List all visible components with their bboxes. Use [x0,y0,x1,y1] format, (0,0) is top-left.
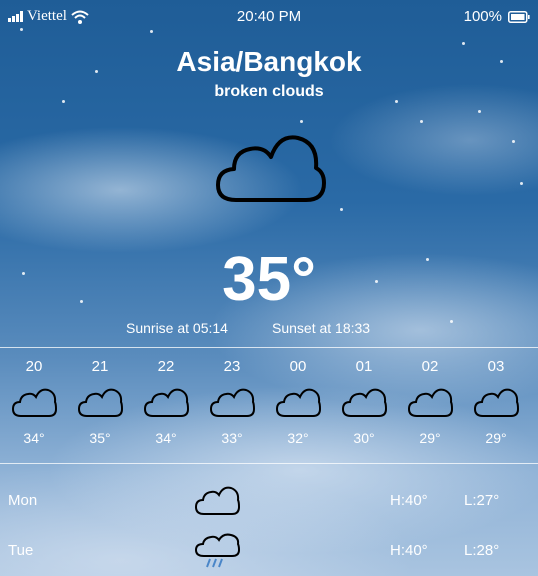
hour-label: 02 [421,358,439,375]
status-right: 100% [464,8,530,25]
hour-label: 03 [487,358,505,375]
divider-bottom [0,463,538,464]
weather-condition: broken clouds [214,83,324,100]
hourly-forecast: 20 34° 21 35° 22 34° 23 33° 00 32° 01 30… [0,358,538,458]
hour-label: 23 [223,358,241,375]
cloud-icon [11,388,57,417]
hour-temp: 29° [485,430,507,446]
cloud-icon [275,388,321,417]
day-name: Tue [8,542,34,559]
status-bar: Viettel 20:40 PM 100% [0,0,538,34]
hourly-item: 03 29° [463,358,529,458]
divider-top [0,347,538,348]
daily-row: Mon H:40° L:27° [0,480,538,520]
hourly-item: 21 35° [67,358,133,458]
hourly-item: 23 33° [199,358,265,458]
cloud-icon [407,388,453,417]
sunrise-time: Sunrise at 05:14 [126,320,228,336]
hourly-item: 02 29° [397,358,463,458]
hour-temp: 32° [287,430,309,446]
cloud-icon [341,388,387,417]
hourly-item: 01 30° [331,358,397,458]
hour-temp: 33° [221,430,243,446]
cloud-icon [77,388,123,417]
hour-temp: 35° [89,430,111,446]
sun-times: Sunrise at 05:14 Sunset at 18:33 [0,320,538,340]
city-name: Asia/Bangkok [176,46,362,77]
day-high: H:40° [390,492,428,509]
cloud-icon [194,486,240,515]
cloud-icon [209,388,255,417]
hour-label: 01 [355,358,373,375]
day-high: H:40° [390,542,428,559]
hour-temp: 29° [419,430,441,446]
hour-temp: 34° [23,430,45,446]
cloud-icon [216,135,326,202]
rain-cloud-icon [194,533,240,568]
cloud-icon [143,388,189,417]
hour-label: 22 [157,358,175,375]
day-low: L:28° [464,542,500,559]
hour-label: 20 [25,358,43,375]
sunset-time: Sunset at 18:33 [272,320,371,336]
day-low: L:27° [464,492,500,509]
hour-temp: 34° [155,430,177,446]
hour-label: 00 [289,358,307,375]
daily-row: Tue H:40° L:28° [0,530,538,570]
battery-percent: 100% [463,8,502,25]
hour-label: 21 [91,358,109,375]
cloud-icon [473,388,519,417]
day-name: Mon [8,492,38,509]
battery-icon [508,10,530,23]
hour-temp: 30° [353,430,375,446]
status-time: 20:40 PM [236,8,302,25]
hourly-item: 00 32° [265,358,331,458]
current-temperature: 35° [222,245,316,314]
hourly-item: 22 34° [133,358,199,458]
hourly-item: 20 34° [1,358,67,458]
